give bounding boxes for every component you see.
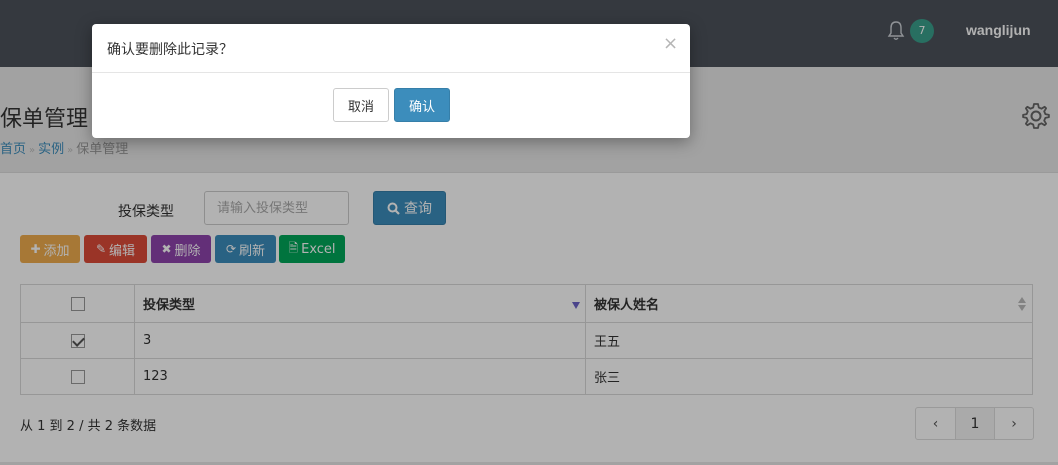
close-icon[interactable]: × [663,33,678,54]
dialog-message: 确认要删除此记录？ [107,42,233,58]
confirm-dialog: 确认要删除此记录？ × 取消 确认 [92,24,690,138]
dialog-header: 确认要删除此记录？ × [92,24,690,73]
cancel-button[interactable]: 取消 [333,88,389,122]
confirm-button[interactable]: 确认 [394,88,450,122]
